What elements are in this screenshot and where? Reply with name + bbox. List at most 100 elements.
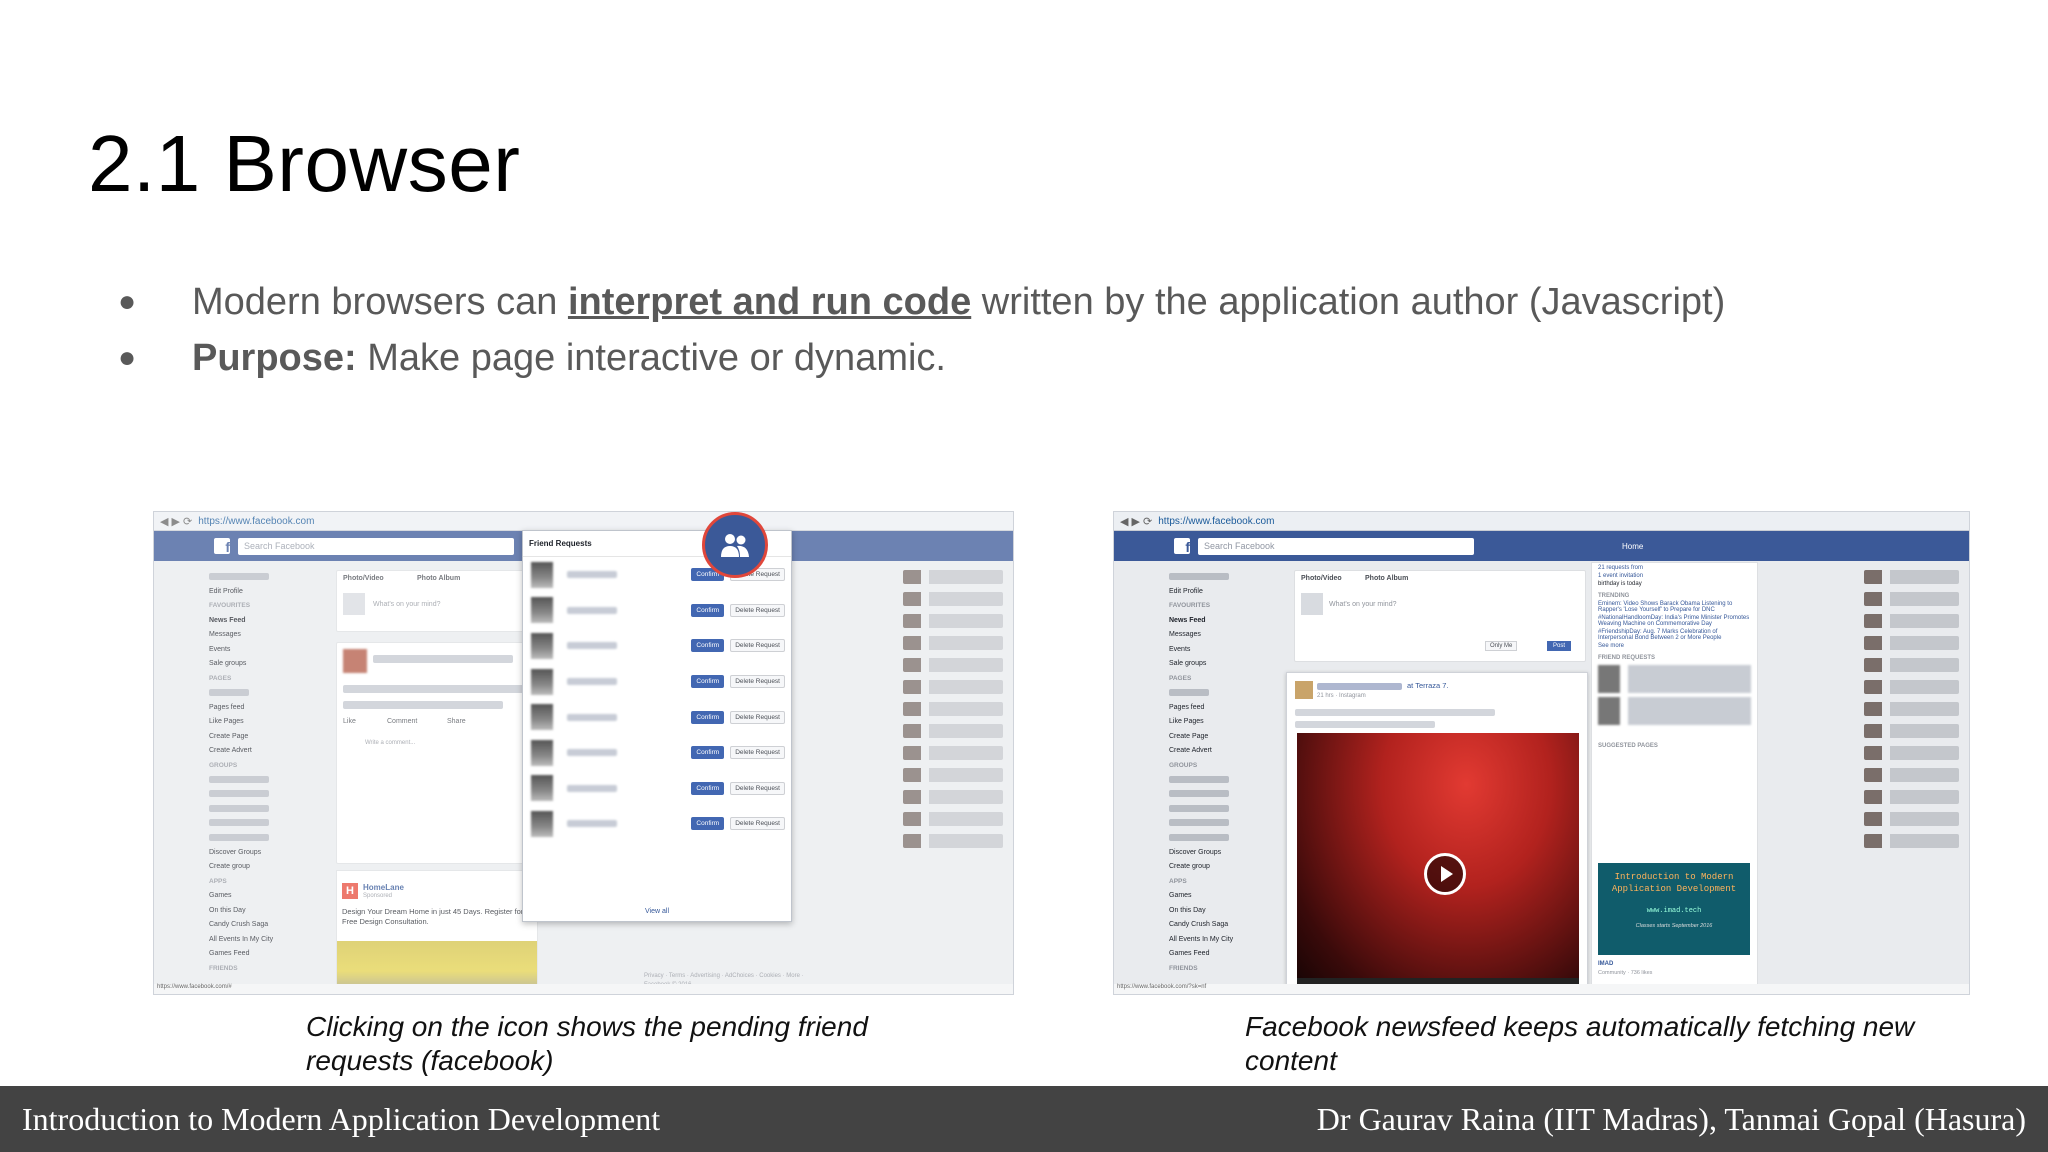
sidebar-item-messages[interactable]: Messages [1169, 628, 1289, 643]
photo-video-button[interactable]: Photo/Video [1301, 575, 1342, 582]
friend-name-blurred [567, 713, 617, 721]
friend-name-blurred [567, 571, 617, 579]
avatar [531, 775, 553, 802]
back-forward-icon[interactable]: ◀ ▶ ⟳ [1120, 515, 1152, 528]
trending-item[interactable]: #NationalHandloomDay: India's Prime Mini… [1598, 615, 1751, 627]
group-blurred [1169, 833, 1229, 841]
friend-requests-highlight[interactable] [702, 512, 768, 578]
photo-album-button[interactable]: Photo Album [1365, 575, 1408, 582]
caption-left: Clicking on the icon shows the pending f… [306, 1011, 868, 1076]
notification-requests[interactable]: 21 requests from [1598, 565, 1751, 571]
post-text-blurred [1295, 721, 1435, 728]
contact-blurred [1864, 636, 1959, 650]
facebook-logo-icon[interactable]: f [1174, 538, 1190, 554]
facebook-body: Edit Profile FAVOURITES News Feed Messag… [1114, 562, 1969, 994]
bullet-text-body: Make page interactive or dynamic. [356, 336, 946, 379]
sidebar-item-edit-profile[interactable]: Edit Profile [1169, 585, 1289, 600]
confirm-button[interactable]: Confirm [691, 746, 725, 760]
confirm-button[interactable]: Confirm [691, 710, 725, 724]
sidebar-item-games[interactable]: Games [1169, 889, 1289, 904]
delete-request-button[interactable]: Delete Request [730, 746, 785, 760]
suggested-page-image[interactable]: Introduction to Modern Application Develo… [1598, 863, 1750, 955]
view-all-link[interactable]: View all [523, 908, 791, 915]
authors: Dr Gaurav Raina (IIT Madras), Tanmai Gop… [1316, 1100, 2026, 1137]
see-more-link[interactable]: See more [1598, 643, 1751, 649]
suggested-page-name[interactable]: IMAD [1598, 961, 1613, 967]
bullet-item: ● Modern browsers can interpret and run … [118, 274, 2018, 330]
sidebar-item-games-feed[interactable]: Games Feed [1169, 947, 1289, 962]
confirm-button[interactable]: Confirm [691, 781, 725, 795]
contact-blurred [1864, 658, 1959, 672]
sidebar-item-create-page[interactable]: Create Page [1169, 730, 1289, 745]
sidebar-item-discover-groups[interactable]: Discover Groups [1169, 846, 1289, 861]
sidebar-item-events[interactable]: Events [1169, 643, 1289, 658]
group-blurred [1169, 775, 1229, 783]
sidebar-item-sale-groups[interactable]: Sale groups [1169, 657, 1289, 672]
suggested-pages-heading: SUGGESTED PAGES [1598, 743, 1658, 749]
avatar [531, 739, 553, 766]
confirm-button[interactable]: Confirm [691, 639, 725, 653]
promo-sub: Classes starts September 2016 [1635, 923, 1713, 929]
trending-item[interactable]: #FriendshipDay: Aug. 7 Marks Celebration… [1598, 629, 1751, 641]
sidebar-item-all-events[interactable]: All Events In My City [1169, 933, 1289, 948]
delete-request-button[interactable]: Delete Request [730, 675, 785, 689]
delete-request-button[interactable]: Delete Request [730, 817, 785, 831]
friend-request-row: Confirm Delete Request [523, 771, 791, 807]
avatar [531, 561, 553, 588]
notification-birthday[interactable]: birthday is today [1598, 581, 1751, 587]
audience-selector[interactable]: Only Me [1485, 641, 1518, 651]
friends-icon [721, 534, 749, 557]
notification-event[interactable]: 1 event invitation [1598, 573, 1751, 579]
home-link[interactable]: Home [1622, 542, 1643, 551]
post-button[interactable]: Post [1547, 641, 1572, 651]
bullet-text-post: written by the application author (Javas… [971, 280, 1726, 323]
friend-request-row: Confirm Delete Request [523, 628, 791, 664]
trending-item[interactable]: Eminem: Video Shows Barack Obama Listeni… [1598, 601, 1751, 613]
bullet-text-pre: Modern browsers can [192, 280, 568, 323]
sidebar-item-create-advert[interactable]: Create Advert [1169, 744, 1289, 759]
status-input[interactable]: What's on your mind? [1329, 601, 1396, 608]
post-location[interactable]: at Terraza 7. [1407, 681, 1449, 690]
bullet-item: ● Purpose: Make page interactive or dyna… [118, 330, 2018, 386]
bullet-label: Purpose: [192, 336, 357, 379]
caption-right: Facebook newsfeed keeps automatically fe… [1245, 1011, 1915, 1076]
slide-footer: Introduction to Modern Application Devel… [0, 1086, 2048, 1152]
delete-request-button[interactable]: Delete Request [730, 710, 785, 724]
contact-blurred [1864, 768, 1959, 782]
sidebar-item-candy-crush[interactable]: Candy Crush Saga [1169, 918, 1289, 933]
bullet-text: Purpose: Make page interactive or dynami… [192, 337, 946, 380]
play-icon[interactable] [1424, 853, 1466, 895]
search-input[interactable]: Search Facebook [1198, 537, 1474, 555]
post-author-blurred [1317, 683, 1402, 690]
bullet-emphasis: interpret and run code [567, 280, 972, 323]
friend-request-row: Confirm Delete Request [523, 699, 791, 735]
status-bar: https://www.facebook.com/?sk=nf [1114, 984, 1969, 994]
friend-name-blurred [567, 784, 617, 792]
page-name-blurred [1169, 688, 1209, 696]
friend-request-row: Confirm Delete Request [523, 664, 791, 700]
post-video[interactable] [1297, 733, 1579, 991]
delete-request-button[interactable]: Delete Request [730, 639, 785, 653]
contact-blurred [1864, 680, 1959, 694]
avatar [531, 632, 553, 659]
avatar [531, 810, 553, 837]
contact-blurred [1864, 724, 1959, 738]
bullet-marker: ● [118, 285, 137, 318]
contact-blurred [1864, 614, 1959, 628]
sidebar-heading: FRIENDS [1169, 964, 1198, 972]
sidebar-item-news-feed[interactable]: News Feed [1169, 614, 1289, 629]
promo-line-2: Application Development [1611, 884, 1737, 894]
address-bar[interactable]: https://www.facebook.com [1158, 516, 1274, 527]
sidebar-item-on-this-day[interactable]: On this Day [1169, 904, 1289, 919]
sidebar-heading: APPS [1169, 877, 1187, 885]
sidebar-item-create-group[interactable]: Create group [1169, 860, 1289, 875]
confirm-button[interactable]: Confirm [691, 817, 725, 831]
sidebar-item-pages-feed[interactable]: Pages feed [1169, 701, 1289, 716]
promo-site: www.imad.tech [1646, 907, 1702, 915]
sidebar-item-like-pages[interactable]: Like Pages [1169, 715, 1289, 730]
confirm-button[interactable]: Confirm [691, 675, 725, 689]
delete-request-button[interactable]: Delete Request [730, 603, 785, 617]
confirm-button[interactable]: Confirm [691, 603, 725, 617]
delete-request-button[interactable]: Delete Request [730, 781, 785, 795]
sidebar-heading: GROUPS [1169, 761, 1198, 769]
